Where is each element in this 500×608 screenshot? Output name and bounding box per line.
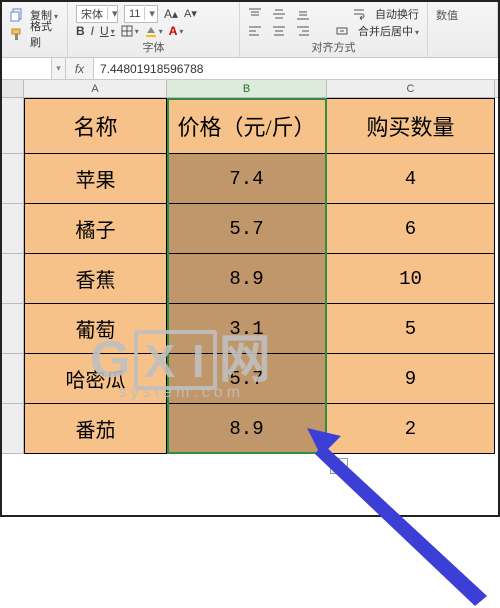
table-row: 苹果 7.4 4	[2, 154, 498, 204]
select-all-corner[interactable]	[2, 80, 24, 97]
table-row: 香蕉 8.9 10	[2, 254, 498, 304]
cell[interactable]: 葡萄	[24, 304, 167, 354]
fill-color-button[interactable]	[145, 25, 163, 37]
annotation-arrow-icon	[307, 428, 497, 608]
spreadsheet: A B C 名称 价格（元/斤） 购买数量 苹果 7.4 4 橘子 5.7 6 …	[2, 80, 498, 454]
cell[interactable]: 购买数量	[327, 98, 495, 154]
font-size-value: 11	[125, 8, 144, 20]
cell[interactable]: 8.9	[167, 404, 327, 454]
table-row: 葡萄 3.1 5	[2, 304, 498, 354]
number-group-label: 数值	[436, 7, 458, 23]
row-header[interactable]	[2, 354, 24, 404]
cell[interactable]: 香蕉	[24, 254, 167, 304]
cell[interactable]: 8.9	[167, 254, 327, 304]
wrap-text-button[interactable]: 自动换行	[375, 6, 419, 22]
name-box-dropdown[interactable]: ▾	[52, 58, 66, 79]
formula-bar: ▾ fx 7.44801918596788	[2, 58, 498, 80]
merge-center-button[interactable]: 合并后居中	[358, 23, 419, 39]
align-center-icon[interactable]	[272, 25, 286, 37]
align-left-icon[interactable]	[248, 25, 262, 37]
font-name-select[interactable]: 宋体 ▾	[76, 5, 118, 23]
italic-button[interactable]: I	[91, 24, 94, 38]
row-header[interactable]	[2, 254, 24, 304]
col-header-B[interactable]: B	[167, 80, 327, 97]
col-header-A[interactable]: A	[24, 80, 167, 97]
cell[interactable]: 哈密瓜	[24, 354, 167, 404]
table-row: 橘子 5.7 6	[2, 204, 498, 254]
cell[interactable]: 7.4	[167, 154, 327, 204]
cell[interactable]: 橘子	[24, 204, 167, 254]
name-box[interactable]	[2, 58, 52, 79]
copy-icon[interactable]	[10, 8, 24, 22]
cell[interactable]: 价格（元/斤）	[167, 98, 327, 154]
grid: 名称 价格（元/斤） 购买数量 苹果 7.4 4 橘子 5.7 6 香蕉 8.9…	[2, 98, 498, 454]
font-color-button[interactable]: A	[169, 24, 184, 38]
col-header-C[interactable]: C	[327, 80, 495, 97]
align-top-icon[interactable]	[248, 8, 262, 20]
formula-input[interactable]: 7.44801918596788	[94, 58, 498, 79]
border-button[interactable]	[121, 25, 139, 37]
row-header[interactable]	[2, 98, 24, 154]
row-header[interactable]	[2, 154, 24, 204]
cell[interactable]: 3.1	[167, 304, 327, 354]
increase-font-icon[interactable]: A▴	[164, 7, 178, 21]
cell[interactable]: 番茄	[24, 404, 167, 454]
cell[interactable]: 10	[327, 254, 495, 304]
row-header[interactable]	[2, 204, 24, 254]
table-row: 哈密瓜 5.7 9	[2, 354, 498, 404]
bold-button[interactable]: B	[76, 24, 85, 38]
wrap-text-icon[interactable]	[353, 8, 365, 20]
cell[interactable]: 名称	[24, 98, 167, 154]
table-row: 番茄 8.9 2	[2, 404, 498, 454]
cell[interactable]: 6	[327, 204, 495, 254]
format-painter-icon[interactable]	[10, 27, 24, 41]
column-headers: A B C	[2, 80, 498, 98]
cell[interactable]: 5.7	[167, 354, 327, 404]
fx-button[interactable]: fx	[66, 58, 94, 79]
decrease-font-icon[interactable]: A▾	[184, 7, 197, 20]
align-right-icon[interactable]	[296, 25, 310, 37]
chevron-down-icon: ▾	[144, 7, 154, 20]
align-bottom-icon[interactable]	[296, 8, 310, 20]
font-size-select[interactable]: 11 ▾	[124, 5, 158, 23]
merge-icon[interactable]	[336, 25, 348, 37]
cell[interactable]: 5.7	[167, 204, 327, 254]
cell[interactable]: 4	[327, 154, 495, 204]
align-middle-icon[interactable]	[272, 8, 286, 20]
chevron-down-icon: ▾	[107, 7, 117, 20]
cell[interactable]: 2	[327, 404, 495, 454]
row-header[interactable]	[2, 304, 24, 354]
cell[interactable]: 苹果	[24, 154, 167, 204]
group-font-label: 字体	[76, 39, 231, 57]
group-align-label: 对齐方式	[248, 39, 419, 57]
cell[interactable]: 5	[327, 304, 495, 354]
font-name-value: 宋体	[77, 6, 107, 22]
cell[interactable]: 9	[327, 354, 495, 404]
ribbon: 复制 格式刷 宋体 ▾ 11 ▾ A▴ A▾ B I U	[2, 2, 498, 58]
underline-button[interactable]: U	[100, 24, 115, 38]
table-row: 名称 价格（元/斤） 购买数量	[2, 98, 498, 154]
row-header[interactable]	[2, 404, 24, 454]
paste-options-icon[interactable]: ▦	[330, 458, 348, 474]
